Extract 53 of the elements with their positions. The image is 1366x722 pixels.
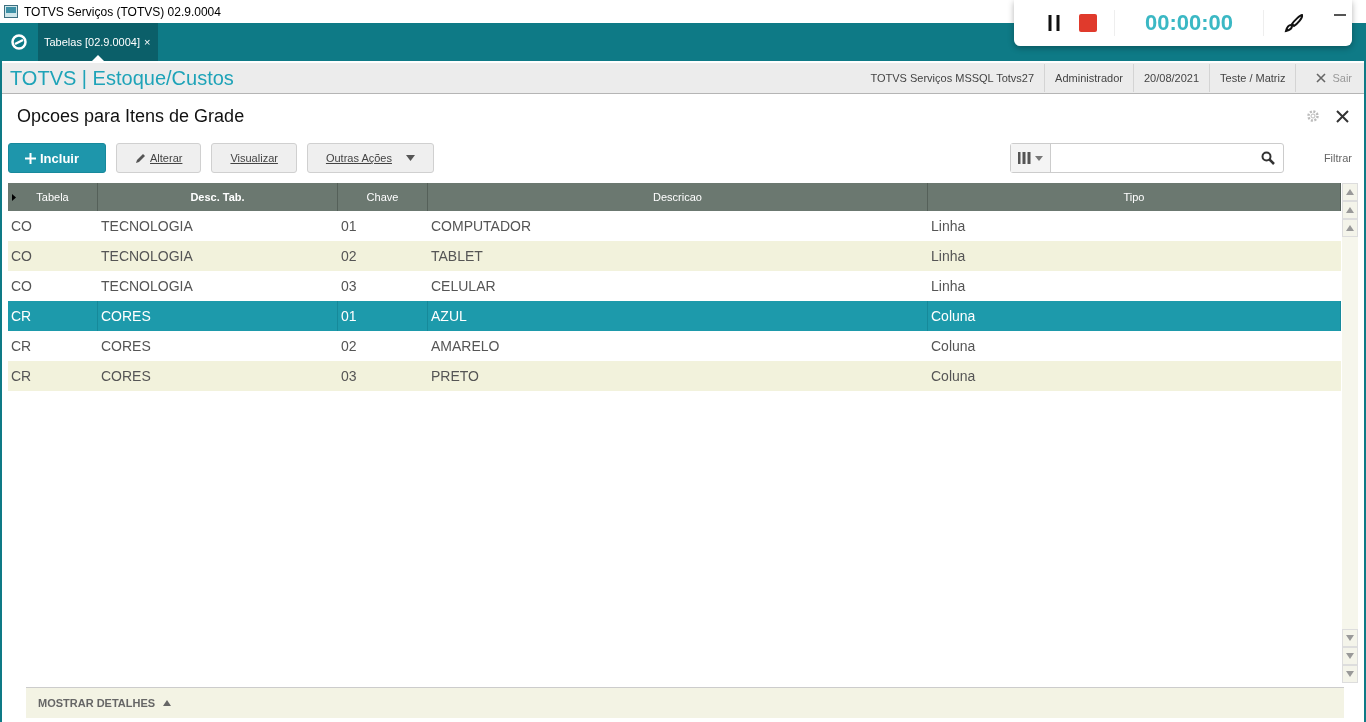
table-cell: Coluna: [931, 368, 976, 384]
table-row[interactable]: CO TECNOLOGIA 02 TABLET Linha: [8, 241, 1341, 271]
table-cell: CR: [11, 308, 32, 324]
table-cell: Linha: [931, 278, 966, 294]
table-cell: TECNOLOGIA: [101, 278, 193, 294]
header-info: Teste / Matriz: [1210, 64, 1297, 92]
table-row[interactable]: CR CORES 03 PRETO Coluna: [8, 361, 1341, 391]
column-header[interactable]: Tabela: [36, 191, 69, 203]
app-brand: TOTVS | Estoque/Custos: [10, 66, 234, 90]
table-cell: TABLET: [431, 248, 483, 264]
header-info: Administrador: [1045, 64, 1134, 92]
column-header[interactable]: Tipo: [1123, 191, 1145, 203]
column-header[interactable]: Chave: [366, 191, 399, 203]
table-cell: CORES: [101, 368, 151, 384]
toolbar-button[interactable]: Outras Ações: [306, 143, 434, 173]
page-title: Opcoes para Itens de Grade: [17, 105, 246, 127]
table-cell: Linha: [931, 248, 966, 264]
table-cell: CR: [11, 338, 32, 354]
table-cell: 02: [341, 338, 357, 354]
details-toggle[interactable]: MOSTRAR DETALHES: [26, 697, 184, 709]
table-cell: PRETO: [431, 368, 479, 384]
table-cell: 01: [341, 308, 357, 324]
close-icon[interactable]: ×: [144, 36, 151, 48]
table-cell: CO: [11, 218, 32, 234]
table-cell: AZUL: [431, 308, 467, 324]
table-cell: CR: [11, 368, 32, 384]
table-cell: CORES: [101, 308, 151, 324]
table-cell: COMPUTADOR: [431, 218, 532, 234]
toolbar-button[interactable]: Visualizar: [211, 143, 297, 173]
table-cell: 01: [341, 218, 357, 234]
toolbar-button[interactable]: Incluir: [8, 143, 106, 173]
table-cell: AMARELO: [431, 338, 500, 354]
table-cell: 03: [341, 278, 357, 294]
window-title: TOTVS Serviços (TOTVS) 02.9.0004: [24, 4, 221, 19]
table-cell: TECNOLOGIA: [101, 248, 193, 264]
table-cell: CO: [11, 248, 32, 264]
table-cell: 02: [341, 248, 357, 264]
header-info: 20/08/2021: [1133, 64, 1211, 92]
table-cell: TECNOLOGIA: [101, 218, 193, 234]
filter-link[interactable]: Filtrar: [1323, 152, 1352, 164]
column-header[interactable]: Descricao: [653, 191, 702, 203]
table-cell: CO: [11, 278, 32, 294]
table-cell: CELULAR: [431, 278, 496, 294]
table-cell: Coluna: [931, 308, 976, 324]
timer: 00:00:00: [1114, 10, 1265, 36]
toolbar-button[interactable]: Alterar: [116, 143, 202, 173]
table-cell: CORES: [101, 338, 151, 354]
column-header[interactable]: Desc. Tab.: [190, 191, 245, 203]
table-cell: 03: [341, 368, 357, 384]
header-info: TOTVS Serviços MSSQL Totvs27: [860, 64, 1046, 92]
table-cell: Coluna: [931, 338, 976, 354]
tab[interactable]: Tabelas [02.9.0004] ×: [38, 23, 159, 61]
table-cell: Linha: [931, 218, 966, 234]
